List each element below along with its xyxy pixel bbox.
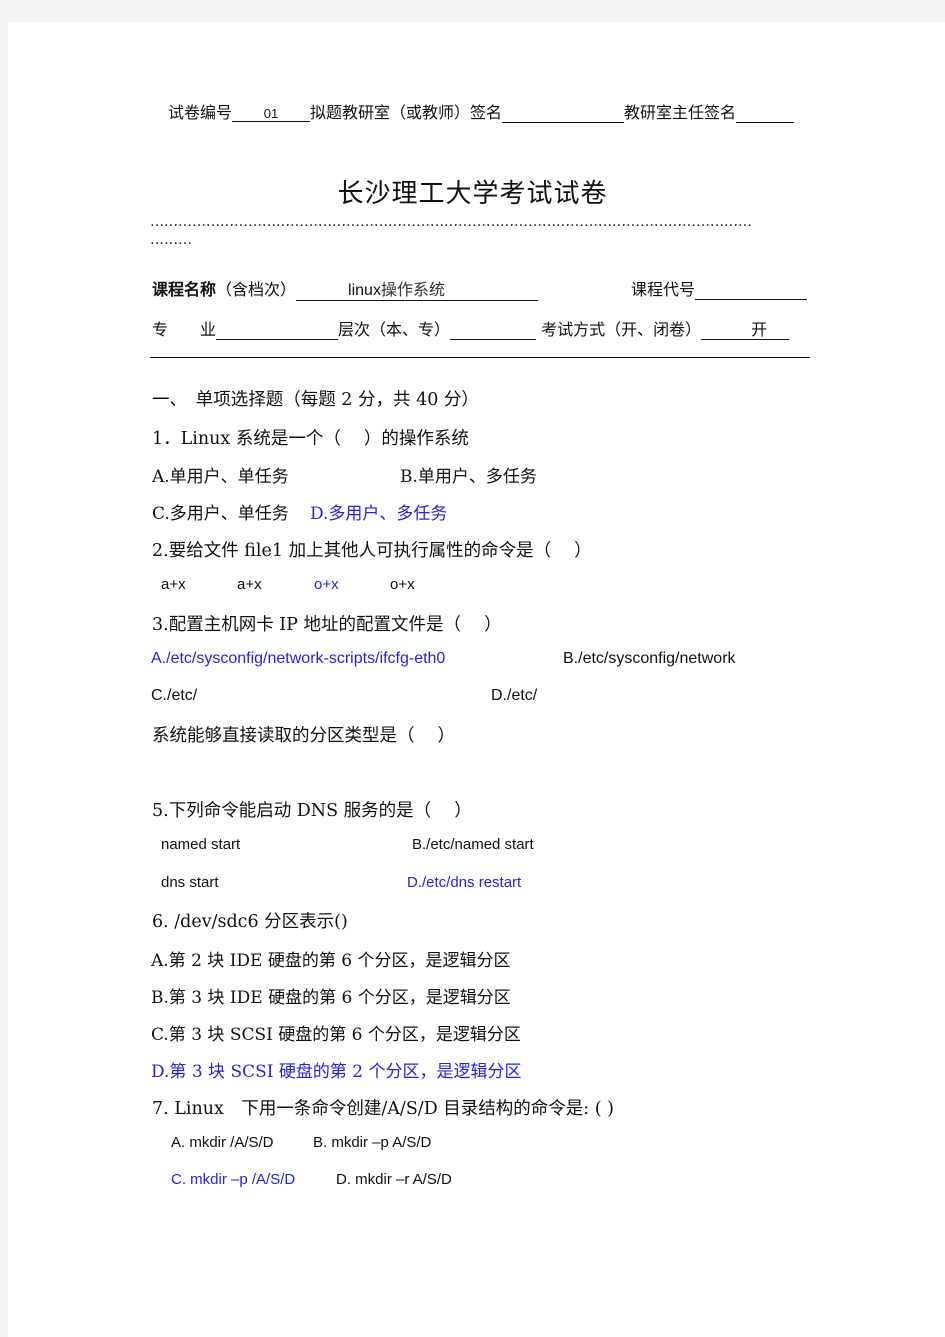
option-a-answer: A./etc/sysconfig/network-scripts/ifcfg-e… [151, 650, 446, 667]
option-a: a+x [161, 576, 186, 593]
option-c-answer: o+x [314, 576, 339, 593]
option-b: B.第 3 块 IDE 硬盘的第 6 个分区，是逻辑分区 [151, 988, 511, 1008]
question-stem: 3.配置主机网卡 IP 地址的配置文件是（ ） [152, 615, 502, 635]
option-c-answer: C. mkdir –p /A/S/D [171, 1171, 296, 1188]
exam-title: 长沙理工大学考试试卷 [337, 179, 608, 209]
paper-number-field: 01 [232, 106, 311, 123]
question-stem: 系统能够直接读取的分区类型是（ ） [152, 726, 456, 746]
course-name-level-label: （含档次） [216, 280, 297, 299]
course-name-label: 课程名称 [152, 280, 217, 299]
major-label: 专 业 [152, 320, 217, 339]
option-b: B. mkdir –p A/S/D [313, 1134, 432, 1151]
major-field [216, 321, 339, 340]
course-code-field [695, 281, 808, 300]
option-c: C./etc/ [151, 687, 198, 704]
option-a: A. mkdir /A/S/D [171, 1134, 274, 1151]
cut-line-dots-continued: ……… [150, 232, 192, 248]
section-title: 一、 单项选择题（每题 2 分，共 40 分） [152, 390, 479, 410]
option-d-answer: D.第 3 块 SCSI 硬盘的第 2 个分区，是逻辑分区 [151, 1062, 522, 1082]
course-name-value: 操作系统 [380, 280, 445, 299]
question-stem: 6. /dev/sdc6 分区表示() [152, 912, 348, 932]
header-divider [150, 357, 810, 358]
exam-header-line: 试卷编号 01 拟题教研室（或教师）签名 教研室主任签名 [168, 99, 795, 123]
option-a: A.第 2 块 IDE 硬盘的第 6 个分区，是逻辑分区 [151, 951, 511, 971]
option-c: dns start [161, 874, 219, 891]
option-c: C.多用户、单任务 [152, 504, 289, 524]
course-code-label: 课程代号 [631, 280, 696, 299]
option-d-answer: D./etc/dns restart [407, 874, 522, 891]
option-d-answer: D.多用户、多任务 [310, 504, 448, 524]
level-field [450, 321, 537, 340]
director-signature-field [736, 104, 795, 123]
exam-mode-field: 开 [701, 320, 790, 340]
question-stem: 5.下列命令能启动 DNS 服务的是（ ） [152, 801, 472, 821]
option-d: o+x [390, 576, 415, 593]
course-code-row: 课程代号 [631, 276, 808, 300]
exam-mode-value: 开 [751, 320, 768, 339]
course-name-value-latin: linux [348, 282, 381, 299]
setter-signature-field [502, 104, 625, 123]
question-stem: 2.要给文件 file1 加上其他人可执行属性的命令是（ ） [152, 541, 592, 561]
cut-line-dots: …………………………………………………………………………………………………………… [150, 214, 752, 230]
option-c: C.第 3 块 SCSI 硬盘的第 6 个分区，是逻辑分区 [151, 1025, 521, 1045]
option-b: a+x [237, 576, 262, 593]
option-a: A.单用户、单任务 [152, 467, 289, 487]
level-label: 层次（本、专） [338, 320, 451, 339]
question-stem: 1．Linux 系统是一个（ ）的操作系统 [152, 429, 469, 449]
course-name-row: 课程名称（含档次） linux操作系统 [152, 276, 539, 301]
option-b: B.单用户、多任务 [400, 467, 537, 487]
option-d: D./etc/ [491, 687, 538, 704]
option-b: B./etc/sysconfig/network [563, 650, 736, 667]
setter-signature-label: 拟题教研室（或教师）签名 [310, 103, 503, 122]
option-d: D. mkdir –r A/S/D [336, 1171, 452, 1188]
option-a: named start [161, 836, 241, 853]
paper-number-label: 试卷编号 [168, 103, 233, 122]
course-name-field: linux操作系统 [296, 280, 539, 301]
director-signature-label: 教研室主任签名 [624, 103, 737, 122]
question-stem: 7. Linux 下用一条命令创建/A/S/D 目录结构的命令是: ( ) [152, 1099, 614, 1119]
option-b: B./etc/named start [412, 836, 534, 853]
exam-mode-label: 考试方式（开、闭卷） [541, 320, 702, 339]
major-level-row: 专 业 层次（本、专） 考试方式（开、闭卷） 开 [152, 316, 790, 340]
